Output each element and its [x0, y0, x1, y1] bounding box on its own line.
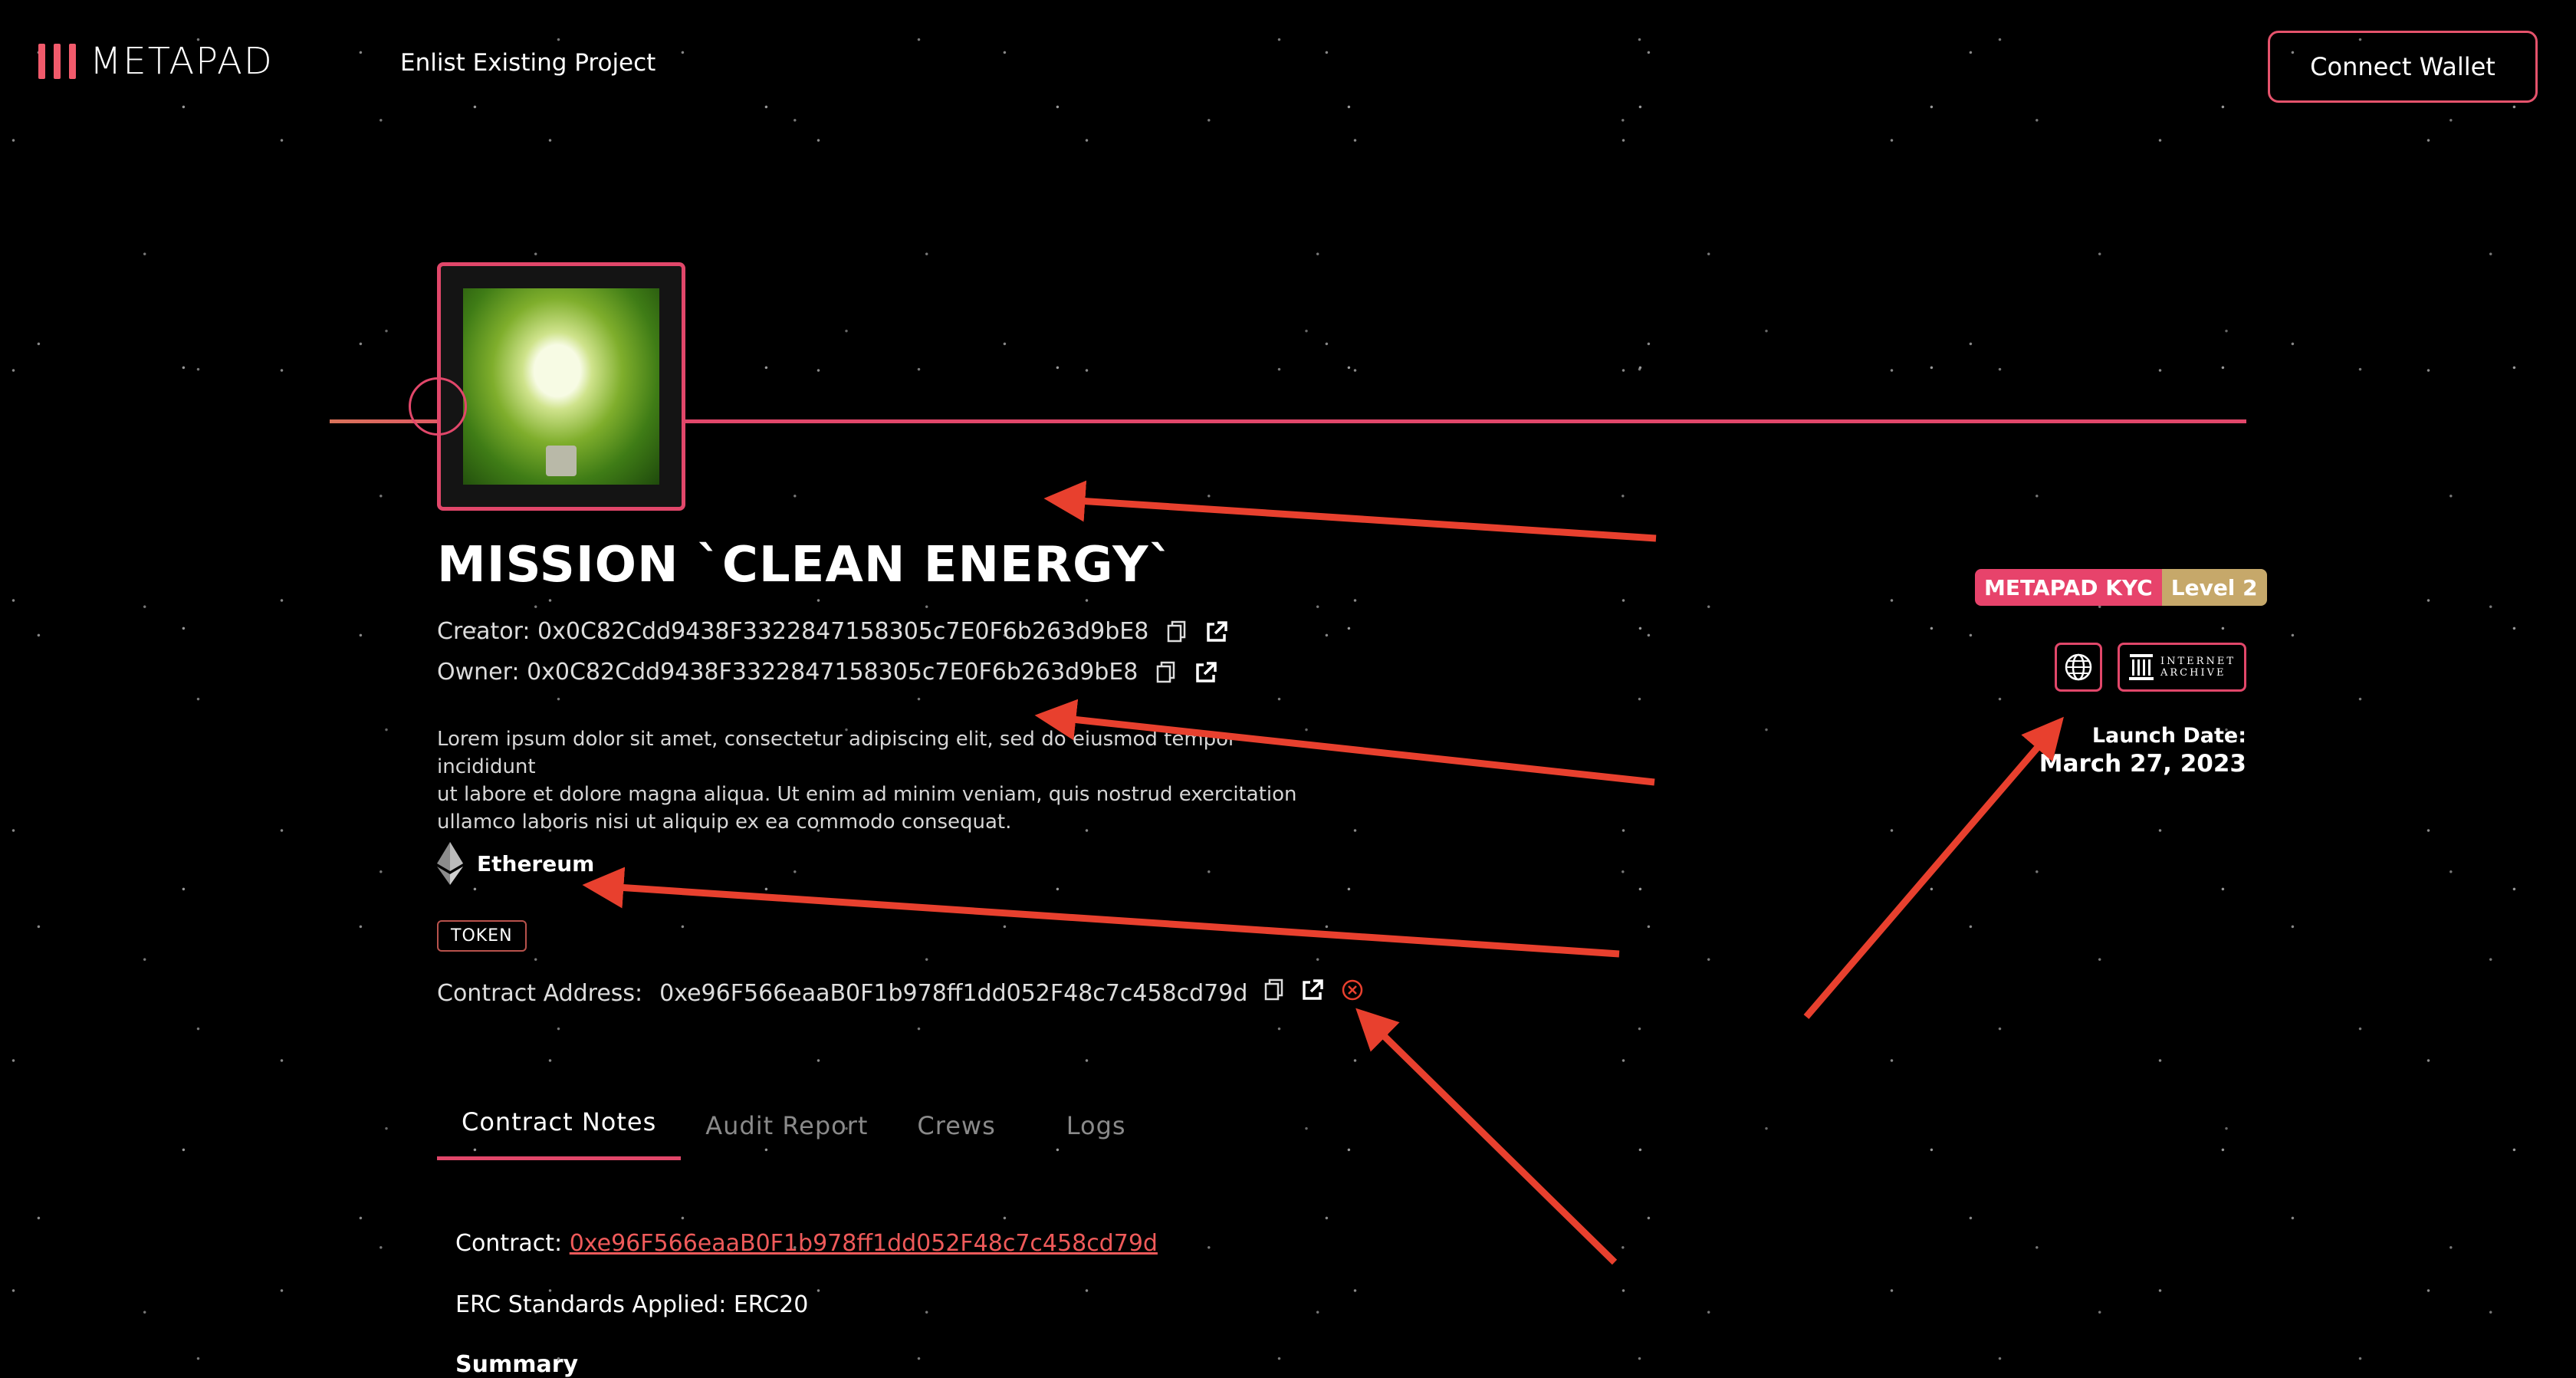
- internet-archive-text: INTERNET ARCHIVE: [2160, 656, 2236, 679]
- creator-address: 0x0C82Cdd9438F3322847158305c7E0F6b263d9b…: [537, 618, 1149, 645]
- metapad-logo[interactable]: METAPAD: [38, 40, 274, 83]
- enlist-project-link[interactable]: Enlist Existing Project: [400, 49, 656, 77]
- copy-icon[interactable]: [1167, 620, 1187, 643]
- contract-address-row: Contract Address: 0xe96F566eaaB0F1b978ff…: [437, 978, 1364, 1008]
- tab-crews[interactable]: Crews: [892, 1111, 1041, 1160]
- logo-text: METAPAD: [90, 40, 274, 83]
- launch-date-value: March 27, 2023: [2039, 750, 2246, 778]
- project-image: [463, 288, 659, 485]
- tab-contract-notes[interactable]: Contract Notes: [437, 1107, 682, 1160]
- description-line: ut labore et dolore magna aliqua. Ut eni…: [437, 783, 1297, 806]
- annotation-arrow: [1355, 1008, 1618, 1265]
- chain-indicator: Ethereum: [437, 842, 594, 885]
- contract-address: 0xe96F566eaaB0F1b978ff1dd052F48c7c458cd7…: [659, 979, 1248, 1007]
- kyc-level: Level 2: [2161, 569, 2267, 606]
- description-line: ullamco laboris nisi ut aliquip ex ea co…: [437, 811, 1012, 834]
- internet-archive-button[interactable]: INTERNET ARCHIVE: [2118, 643, 2246, 692]
- copy-icon[interactable]: [1156, 661, 1176, 684]
- detail-tabs: Contract Notes Audit Report Crews Logs: [437, 1107, 1151, 1160]
- contract-note-line: Contract: 0xe96F566eaaB0F1b978ff1dd052F4…: [455, 1230, 1158, 1257]
- external-link-icon[interactable]: [1205, 620, 1228, 643]
- launch-date-label: Launch Date:: [2091, 724, 2246, 748]
- contract-note-label: Contract:: [455, 1230, 563, 1257]
- type-badge: TOKEN: [437, 920, 527, 952]
- kyc-badge: METAPAD KYC Level 2: [1975, 569, 2267, 606]
- project-title: MISSION `CLEAN ENERGY`: [437, 537, 1175, 594]
- annotation-arrow: [582, 867, 1620, 958]
- copy-icon[interactable]: [1264, 978, 1284, 1008]
- kyc-label: METAPAD KYC: [1975, 569, 2162, 606]
- globe-icon: [2065, 653, 2092, 681]
- tab-audit-report[interactable]: Audit Report: [681, 1111, 892, 1160]
- close-circle-icon[interactable]: [1341, 978, 1364, 1008]
- lightbulb-base: [546, 446, 577, 476]
- contract-label: Contract Address:: [437, 979, 643, 1007]
- project-description: Lorem ipsum dolor sit amet, consectetur …: [437, 725, 1311, 836]
- erc-standards-line: ERC Standards Applied: ERC20: [455, 1291, 809, 1318]
- project-image-frame: [437, 262, 685, 511]
- logo-bars-icon: [38, 44, 76, 79]
- timeline-line-right: [681, 419, 2246, 423]
- connect-wallet-button[interactable]: Connect Wallet: [2268, 31, 2538, 103]
- timeline-node: [409, 377, 467, 436]
- website-button[interactable]: [2055, 643, 2102, 692]
- owner-row: Owner: 0x0C82Cdd9438F3322847158305c7E0F6…: [437, 659, 1217, 686]
- summary-heading: Summary: [455, 1351, 579, 1378]
- owner-text: Owner: 0x0C82Cdd9438F3322847158305c7E0F6…: [437, 659, 1138, 686]
- external-link-icon[interactable]: [1301, 978, 1324, 1008]
- owner-address: 0x0C82Cdd9438F3322847158305c7E0F6b263d9b…: [527, 659, 1138, 686]
- contract-note-link[interactable]: 0xe96F566eaaB0F1b978ff1dd052F48c7c458cd7…: [570, 1230, 1158, 1257]
- creator-row: Creator: 0x0C82Cdd9438F3322847158305c7E0…: [437, 618, 1228, 645]
- chain-name: Ethereum: [477, 850, 595, 876]
- tab-logs[interactable]: Logs: [1042, 1111, 1151, 1160]
- creator-text: Creator: 0x0C82Cdd9438F3322847158305c7E0…: [437, 618, 1149, 645]
- external-link-icon[interactable]: [1194, 661, 1217, 684]
- ethereum-icon: [437, 842, 463, 885]
- internet-archive-icon: [2129, 654, 2154, 680]
- description-line: Lorem ipsum dolor sit amet, consectetur …: [437, 728, 1237, 778]
- annotation-arrow: [1043, 480, 1657, 542]
